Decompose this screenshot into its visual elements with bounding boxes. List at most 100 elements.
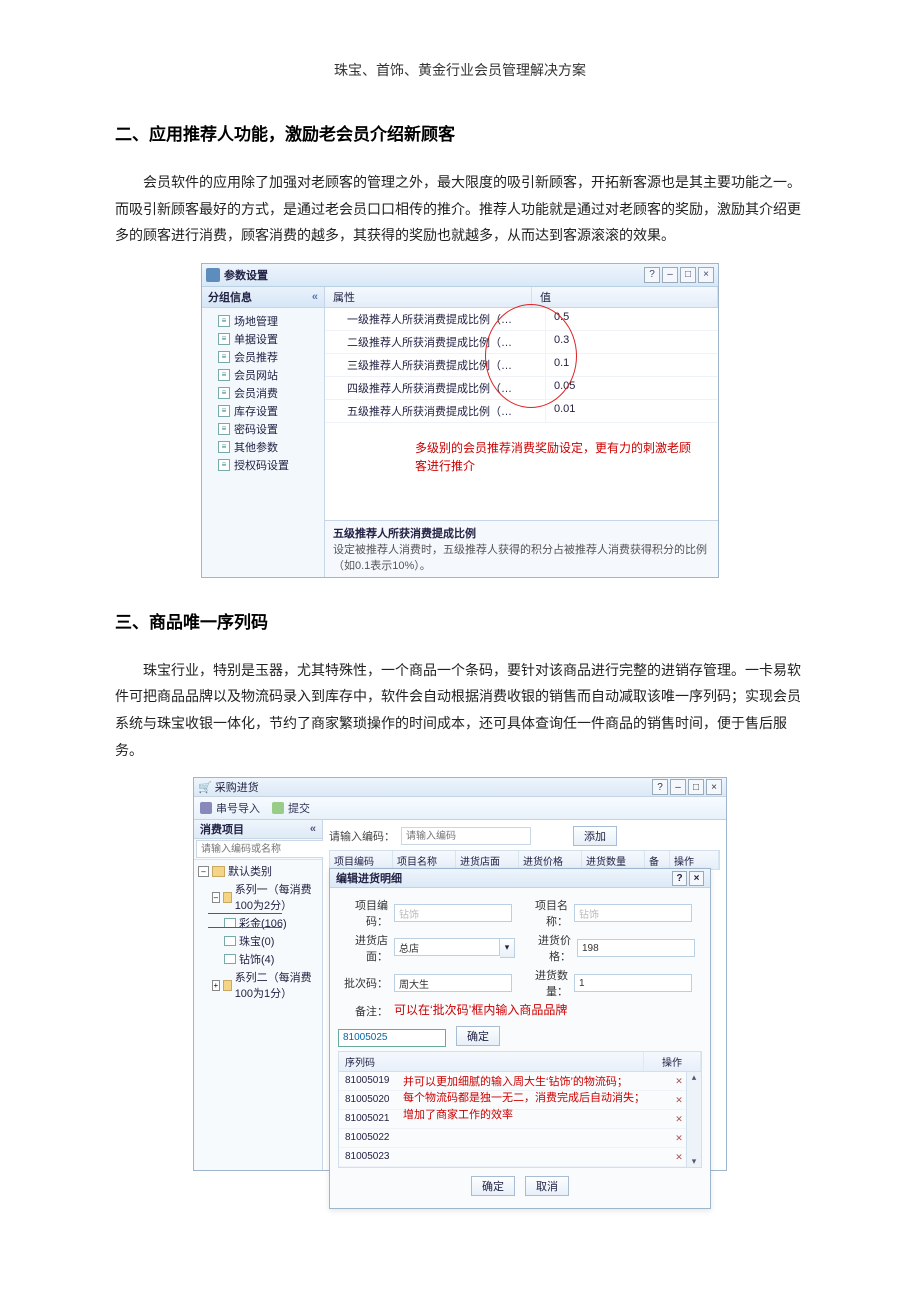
help-icon[interactable]: ? — [652, 779, 668, 795]
tree-node[interactable]: ≡ 会员网站 — [206, 366, 320, 384]
button-label: 提交 — [288, 800, 310, 816]
search-row: × 🔍 — [194, 839, 322, 860]
import-button[interactable]: 串号导入 — [200, 800, 260, 816]
name-field[interactable] — [574, 904, 692, 922]
sidebar-title: 消费项目 — [200, 821, 244, 837]
serial-list: 81005019 81005020 81005021 81005022 8100… — [338, 1072, 702, 1168]
window-title: 🛒 采购进货 — [198, 779, 259, 795]
node-label: 场地管理 — [234, 313, 278, 329]
node-icon: ≡ — [218, 459, 230, 471]
tree-node[interactable]: 珠宝(0) — [196, 932, 320, 950]
node-icon: ≡ — [218, 369, 230, 381]
dialog-titlebar: 编辑进货明细 ? × — [330, 869, 710, 888]
minimize-icon[interactable]: – — [670, 779, 686, 795]
col-code: 项目编码 — [330, 851, 393, 869]
tree-node[interactable]: ≡密码设置 — [206, 420, 320, 438]
category-tree: –默认类别 –系列一（每消费100为2分） 彩金(106) 珠宝(0) 钻饰(4… — [194, 860, 322, 1004]
delete-icon[interactable] — [673, 1132, 685, 1144]
code-input[interactable] — [401, 827, 531, 845]
serial-input[interactable] — [338, 1029, 446, 1047]
delete-icon[interactable] — [673, 1151, 685, 1163]
serial-grid-header: 序列码 操作 — [338, 1051, 702, 1072]
node-label: 其他参数 — [234, 439, 278, 455]
ok-button[interactable]: 确定 — [471, 1176, 515, 1196]
grid-row[interactable]: 一级推荐人所获消费提成比例（…0.5 — [325, 308, 718, 331]
button-label: 串号导入 — [216, 800, 260, 816]
node-label: 密码设置 — [234, 421, 278, 437]
sidebar-title: 分组信息 — [208, 289, 252, 305]
tree-node[interactable]: ≡会员推荐 — [206, 348, 320, 366]
main-panel: 请输入编码： 添加 项目编码 项目名称 进货店面 进货价格 进货数量 备注 操作 — [323, 820, 726, 1170]
help-title: 五级推荐人所获消费提成比例 — [333, 525, 710, 541]
node-label: 单据设置 — [234, 331, 278, 347]
collapse-icon[interactable]: « — [310, 823, 316, 835]
tree-node[interactable]: –默认类别 — [196, 862, 320, 880]
delete-icon[interactable] — [673, 1075, 685, 1087]
tree-node[interactable]: +系列二（每消费100为1分） — [196, 968, 320, 1002]
tree-node[interactable]: 钻饰(4) — [196, 950, 320, 968]
node-icon: ≡ — [218, 351, 230, 363]
dialog-body: 项目编码： 项目名称： 进货店面： ▾ 进货价格： — [330, 888, 710, 1208]
tree-node[interactable]: ≡授权码设置 — [206, 456, 320, 474]
store-field[interactable] — [394, 938, 500, 956]
dialog-title: 编辑进货明细 — [336, 870, 402, 886]
grid-row[interactable]: 五级推荐人所获消费提成比例（…0.01 — [325, 400, 718, 423]
close-icon[interactable]: × — [689, 871, 704, 886]
batch-field[interactable] — [394, 974, 512, 992]
section-3-title: 三、商品唯一序列码 — [115, 608, 805, 633]
add-button[interactable]: 添加 — [573, 826, 617, 846]
expand-icon[interactable]: + — [212, 980, 220, 991]
cell-attr: 二级推荐人所获消费提成比例（… — [325, 331, 546, 353]
tree-node[interactable]: ≡其他参数 — [206, 438, 320, 456]
delete-icon[interactable] — [673, 1094, 685, 1106]
scrollbar[interactable]: ▴▾ — [686, 1072, 701, 1167]
minimize-icon[interactable]: – — [662, 267, 678, 283]
chevron-down-icon[interactable]: ▾ — [500, 938, 515, 958]
qty-field[interactable] — [574, 974, 692, 992]
expand-icon[interactable]: – — [198, 866, 209, 877]
tree-node[interactable]: 彩金(106) — [196, 914, 320, 932]
scroll-up-icon[interactable]: ▴ — [692, 1072, 697, 1083]
document-title: 珠宝、首饰、黄金行业会员管理解决方案 — [115, 60, 805, 80]
cell-value: 0.5 — [546, 308, 718, 330]
search-input[interactable] — [196, 840, 338, 858]
window-titlebar: 参数设置 ? – □ × — [202, 264, 718, 287]
node-label: 会员网站 — [234, 367, 278, 383]
grid-row[interactable]: 四级推荐人所获消费提成比例（…0.05 — [325, 377, 718, 400]
tree-node[interactable]: ≡会员消费 — [206, 384, 320, 402]
item-icon — [224, 936, 236, 946]
help-icon[interactable]: ? — [672, 871, 687, 886]
tree-node[interactable]: ≡场地管理 — [206, 312, 320, 330]
collapse-icon[interactable]: « — [312, 291, 318, 303]
dialog-footer: 确定 取消 — [338, 1168, 702, 1202]
serial-row: 81005022 — [339, 1129, 701, 1148]
serial-value: 81005021 — [339, 1113, 657, 1124]
expand-icon[interactable]: – — [212, 892, 220, 903]
serial-row: 81005021 — [339, 1110, 701, 1129]
close-icon[interactable]: × — [706, 779, 722, 795]
cancel-button[interactable]: 取消 — [525, 1176, 569, 1196]
tree-node[interactable]: ≡库存设置 — [206, 402, 320, 420]
col-qty: 进货数量 — [582, 851, 645, 869]
close-icon[interactable]: × — [698, 267, 714, 283]
confirm-serial-button[interactable]: 确定 — [456, 1026, 500, 1046]
maximize-icon[interactable]: □ — [680, 267, 696, 283]
scroll-down-icon[interactable]: ▾ — [692, 1156, 697, 1167]
cell-value: 0.05 — [546, 377, 718, 399]
maximize-icon[interactable]: □ — [688, 779, 704, 795]
field-label: 项目编码： — [338, 897, 388, 929]
field-label: 项目名称： — [518, 897, 568, 929]
grid-header: 项目编码 项目名称 进货店面 进货价格 进货数量 备注 操作 — [329, 850, 720, 870]
grid-row[interactable]: 二级推荐人所获消费提成比例（…0.3 — [325, 331, 718, 354]
code-field[interactable] — [394, 904, 512, 922]
tree-node[interactable]: –系列一（每消费100为2分） — [196, 880, 320, 914]
grid-row[interactable]: 三级推荐人所获消费提成比例（…0.1 — [325, 354, 718, 377]
sidebar-tree: ≡场地管理 ≡单据设置 ≡会员推荐 ≡会员网站 ≡会员消费 ≡库存设置 ≡密码设… — [202, 308, 324, 478]
window-titlebar: 🛒 采购进货 ? – □ × — [194, 778, 726, 797]
price-field[interactable] — [577, 939, 695, 957]
store-combo[interactable]: ▾ — [394, 938, 515, 958]
tree-node[interactable]: ≡单据设置 — [206, 330, 320, 348]
delete-icon[interactable] — [673, 1113, 685, 1125]
submit-button[interactable]: 提交 — [272, 800, 310, 816]
help-icon[interactable]: ? — [644, 267, 660, 283]
